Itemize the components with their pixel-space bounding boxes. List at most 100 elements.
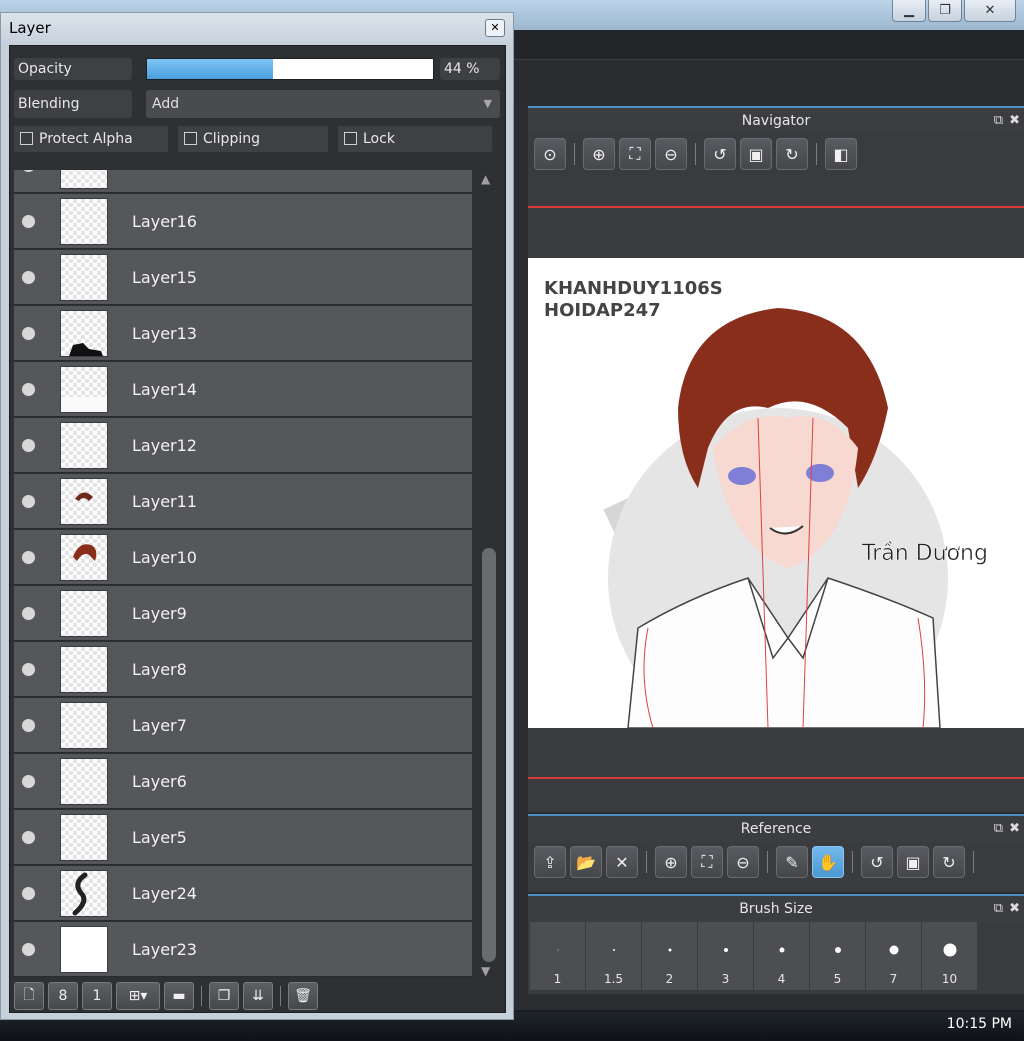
brush-size-10[interactable]: 10 — [922, 922, 977, 990]
layer-window-title: Layer — [9, 19, 51, 37]
new-folder-icon[interactable]: ▬ — [164, 982, 194, 1010]
visibility-eye-icon[interactable] — [22, 831, 35, 844]
open-folder-icon[interactable]: 📂 — [570, 846, 602, 878]
layer-row[interactable]: Layer15 — [14, 250, 472, 305]
layer-window-titlebar[interactable]: Layer ✕ — [1, 13, 513, 43]
scrollbar-thumb[interactable] — [482, 548, 496, 962]
blending-select[interactable]: Add ▼ — [146, 90, 500, 118]
reset-rotation-icon[interactable]: ▣ — [740, 138, 772, 170]
clipping-checkbox[interactable]: Clipping — [178, 126, 328, 152]
brush-size-1[interactable]: 1 — [530, 922, 585, 990]
navigator-canvas-preview[interactable]: Dg KHANHDUY1106S HOIDAP247 Trần Dương — [528, 258, 1024, 728]
brush-size-3[interactable]: 3 — [698, 922, 753, 990]
new-8bit-layer-icon[interactable]: 8 — [48, 982, 78, 1010]
layer-row-partial[interactable] — [14, 170, 472, 193]
layer-thumbnail — [60, 590, 108, 637]
visibility-eye-icon[interactable] — [22, 383, 35, 396]
close-icon[interactable]: ✖ — [1009, 816, 1020, 842]
new-layer-icon[interactable]: 🗋 — [14, 982, 44, 1010]
brush-size-4[interactable]: 4 — [754, 922, 809, 990]
zoom-out-icon[interactable]: ⊖ — [655, 138, 687, 170]
visibility-eye-icon[interactable] — [22, 775, 35, 788]
hand-icon[interactable]: ✋ — [812, 846, 844, 878]
visibility-eye-icon[interactable] — [22, 719, 35, 732]
scroll-down-icon[interactable]: ▼ — [481, 964, 490, 978]
zoom-in-icon[interactable]: ⊕ — [655, 846, 687, 878]
layer-row[interactable]: Layer14 — [14, 362, 472, 417]
visibility-eye-icon[interactable] — [22, 943, 35, 956]
layer-list-scrollbar[interactable]: ▲ ▼ — [478, 170, 498, 980]
opacity-label: Opacity — [14, 58, 132, 80]
layer-row[interactable]: Layer12 — [14, 418, 472, 473]
layer-row[interactable]: Layer16 — [14, 194, 472, 249]
popout-icon[interactable]: ⧉ — [994, 108, 1003, 134]
rotate-right-icon[interactable]: ↻ — [776, 138, 808, 170]
layer-thumbnail — [60, 422, 108, 469]
layer-row[interactable]: Layer10 — [14, 530, 472, 585]
layer-thumbnail — [60, 254, 108, 301]
layer-row[interactable]: Layer6 — [14, 754, 472, 809]
zoom-in-icon[interactable]: ⊕ — [583, 138, 615, 170]
reset-rotation-icon[interactable]: ▣ — [897, 846, 929, 878]
zoom-actual-icon[interactable]: ⊙ — [534, 138, 566, 170]
fit-icon[interactable]: ⛶ — [691, 846, 723, 878]
lock-checkbox[interactable]: Lock — [338, 126, 492, 152]
brush-size-5[interactable]: 5 — [810, 922, 865, 990]
close-icon[interactable]: ✕ — [485, 19, 505, 37]
eyedropper-icon[interactable]: ✎ — [776, 846, 808, 878]
layer-name: Layer23 — [132, 940, 197, 959]
layer-name: Layer8 — [132, 660, 187, 679]
rotate-left-icon[interactable]: ↺ — [861, 846, 893, 878]
close-icon[interactable]: ✖ — [1009, 896, 1020, 922]
protect-alpha-checkbox[interactable]: Protect Alpha — [14, 126, 168, 152]
add-layer-dropdown-icon[interactable]: ⊞▾ — [116, 982, 160, 1010]
fit-icon[interactable]: ⛶ — [619, 138, 651, 170]
layer-row[interactable]: Layer13 — [14, 306, 472, 361]
popout-icon[interactable]: ⧉ — [994, 816, 1003, 842]
navigator-margin-bottom — [528, 728, 1024, 812]
layer-name: Layer16 — [132, 212, 197, 231]
restore-button[interactable]: ❐ — [928, 0, 962, 22]
flip-icon[interactable]: ◧ — [825, 138, 857, 170]
layer-row[interactable]: Layer8 — [14, 642, 472, 697]
brush-size-1.5[interactable]: 1.5 — [586, 922, 641, 990]
brush-size-7[interactable]: 7 — [866, 922, 921, 990]
layer-row[interactable]: Layer7 — [14, 698, 472, 753]
scroll-up-icon[interactable]: ▲ — [481, 172, 490, 186]
layer-name: Layer5 — [132, 828, 187, 847]
delete-layer-icon[interactable]: 🗑 — [288, 982, 318, 1010]
minimize-button[interactable]: ▁ — [892, 0, 926, 22]
visibility-eye-icon[interactable] — [22, 663, 35, 676]
chevron-down-icon: ▼ — [483, 97, 492, 110]
rotate-left-icon[interactable]: ↺ — [704, 138, 736, 170]
visibility-eye-icon[interactable] — [22, 551, 35, 564]
opacity-value[interactable]: 44 % — [440, 58, 500, 80]
popout-icon[interactable]: ⧉ — [994, 896, 1003, 922]
new-1bit-layer-icon[interactable]: 1 — [82, 982, 112, 1010]
visibility-eye-icon[interactable] — [22, 271, 35, 284]
opacity-slider[interactable] — [146, 58, 434, 80]
close-icon[interactable]: ✖ — [1009, 108, 1020, 134]
clear-icon[interactable]: ✕ — [606, 846, 638, 878]
layer-row[interactable]: Layer24 — [14, 866, 472, 921]
visibility-eye-icon[interactable] — [22, 170, 35, 172]
merge-layer-icon[interactable]: ⇊ — [243, 982, 273, 1010]
visibility-eye-icon[interactable] — [22, 327, 35, 340]
close-window-button[interactable]: ✕ — [964, 0, 1016, 22]
brush-size-2[interactable]: 2 — [642, 922, 697, 990]
layer-thumbnail — [60, 366, 108, 413]
layer-row[interactable]: Layer23 — [14, 922, 472, 977]
visibility-eye-icon[interactable] — [22, 887, 35, 900]
visibility-eye-icon[interactable] — [22, 215, 35, 228]
layer-row[interactable]: Layer11 — [14, 474, 472, 529]
zoom-out-icon[interactable]: ⊖ — [727, 846, 759, 878]
duplicate-layer-icon[interactable]: ❐ — [209, 982, 239, 1010]
layer-row[interactable]: Layer9 — [14, 586, 472, 641]
visibility-eye-icon[interactable] — [22, 607, 35, 620]
upload-icon[interactable]: ⇪ — [534, 846, 566, 878]
visibility-eye-icon[interactable] — [22, 495, 35, 508]
rotate-right-icon[interactable]: ↻ — [933, 846, 965, 878]
visibility-eye-icon[interactable] — [22, 439, 35, 452]
layer-row[interactable]: Layer5 — [14, 810, 472, 865]
navigator-title: Navigator — [741, 113, 811, 129]
